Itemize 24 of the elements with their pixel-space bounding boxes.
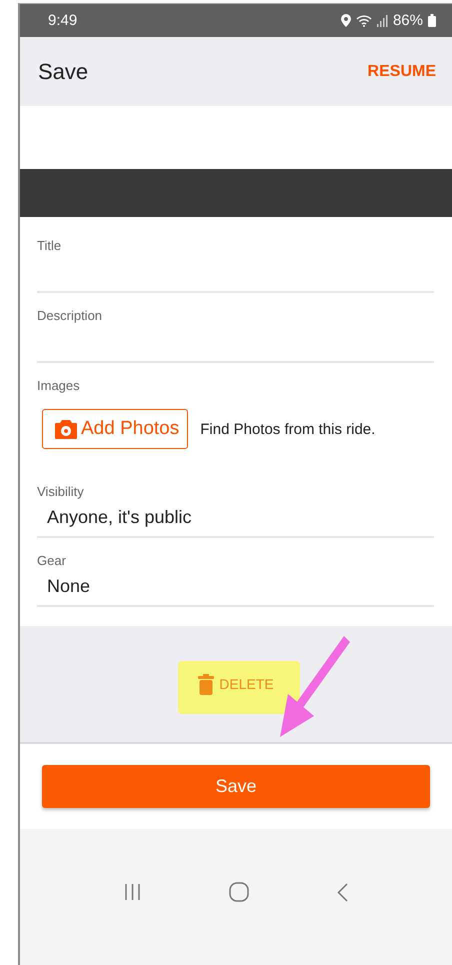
camera-icon [55,420,77,438]
status-time: 9:49 [48,12,78,29]
location-icon [340,14,351,27]
save-button[interactable]: Save [42,765,430,808]
field-label: Description [37,308,102,323]
back-icon[interactable] [337,882,348,902]
home-icon[interactable] [229,882,249,902]
field-label: Title [37,238,62,253]
battery-percent: 86% [392,12,423,29]
field-label: Images [37,378,80,393]
resume-button[interactable]: RESUME [368,62,436,80]
hint-text: Find Photos from this ride. [200,420,376,438]
recent-apps-icon[interactable] [124,884,141,900]
select-field[interactable]: Anyone, it's public [37,501,434,538]
wifi-icon [356,14,372,26]
signal-icon [376,14,388,26]
battery-icon [428,14,436,27]
screen-title: Save [38,58,90,84]
trash-icon [198,674,214,694]
delete-button[interactable]: DELETE [194,670,278,698]
select-field[interactable]: None [37,570,434,607]
field-label: Gear [37,553,66,568]
field-label: Visibility [37,484,84,499]
add-photos-button[interactable]: Add Photos [42,409,188,449]
